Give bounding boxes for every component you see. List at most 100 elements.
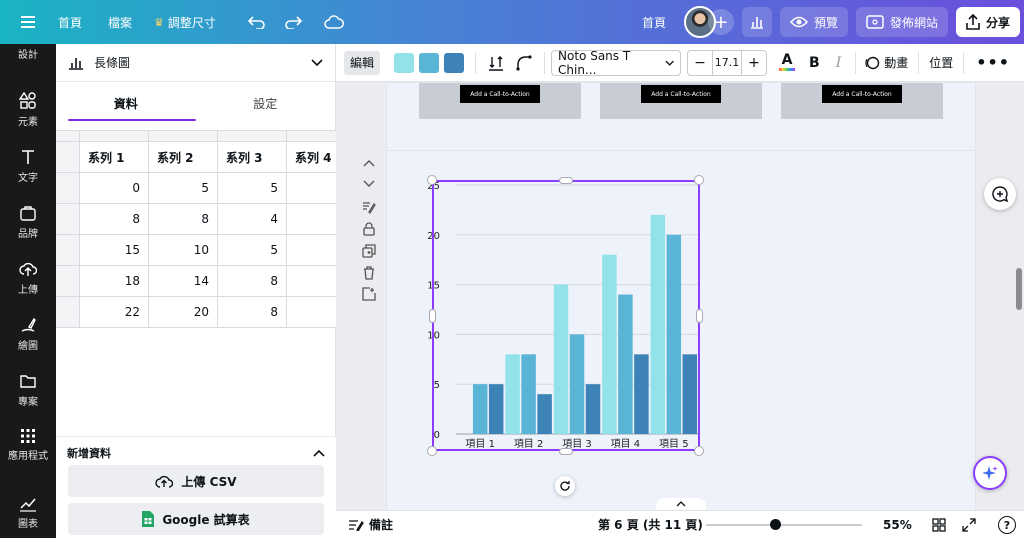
add-collaborator-button[interactable]: + [707, 9, 734, 35]
rail-item-elements[interactable]: 元素 [0, 92, 56, 128]
bold-button[interactable]: B [809, 55, 820, 71]
fullscreen-icon[interactable] [962, 518, 976, 532]
more-options-button[interactable]: ••• [976, 53, 1010, 72]
table-cell[interactable]: 22 [79, 296, 149, 328]
table-cell[interactable] [286, 172, 336, 204]
table-cell[interactable]: 15 [79, 234, 149, 266]
table-cell[interactable]: 8 [79, 203, 149, 235]
table-cell[interactable]: 18 [79, 265, 149, 297]
zoom-value[interactable]: 55% [883, 518, 912, 532]
page-indicator[interactable]: 第 6 頁 (共 11 頁) [598, 516, 703, 533]
notes-button[interactable]: 備註 [348, 516, 393, 533]
color-swatch-2[interactable] [419, 52, 440, 73]
trash-icon[interactable] [363, 266, 375, 280]
add-page-icon[interactable] [362, 287, 376, 301]
table-cell[interactable]: 8 [217, 265, 287, 297]
series-1-header[interactable]: 系列 1 [79, 141, 149, 173]
table-cell[interactable]: 5 [148, 172, 218, 204]
table-cell[interactable] [286, 234, 336, 266]
italic-button[interactable]: I [836, 55, 842, 71]
font-family-select[interactable]: Noto Sans T Chin... [551, 49, 682, 77]
table-cell[interactable]: 20 [148, 296, 218, 328]
home-link[interactable]: 首頁 [52, 6, 88, 38]
zoom-slider-knob[interactable] [770, 519, 781, 530]
resize-handle-left[interactable] [429, 309, 436, 323]
animate-button[interactable]: 動畫 [864, 54, 908, 71]
font-size-value[interactable]: 17.1 [712, 50, 743, 75]
magic-assistant-button[interactable] [973, 456, 1007, 490]
corner-rounding-icon[interactable] [516, 54, 532, 71]
cloud-save-button[interactable] [318, 6, 350, 38]
resize-handle-top[interactable] [559, 177, 573, 184]
zoom-slider[interactable] [706, 524, 862, 526]
rail-item-brand[interactable]: 品牌 [0, 204, 56, 240]
rail-item-design[interactable]: 設計 [0, 46, 56, 61]
help-button[interactable]: ? [998, 516, 1016, 534]
lock-icon[interactable] [363, 222, 375, 236]
vertical-scrollbar[interactable] [1016, 268, 1022, 310]
page-home-link[interactable]: 首頁 [636, 6, 672, 38]
resize-handle-bottom-left[interactable] [427, 446, 437, 456]
cta-card[interactable]: Add a Call-to-Action [419, 83, 581, 119]
rail-item-projects[interactable]: 專案 [0, 372, 56, 408]
series-4-header[interactable]: 系列 4 [286, 141, 336, 173]
publish-button[interactable]: 發佈網站 [855, 7, 948, 37]
rotate-button[interactable] [555, 476, 575, 496]
rail-item-upload[interactable]: 上傳 [0, 260, 56, 296]
table-cell[interactable]: 10 [148, 234, 218, 266]
chevron-up-icon[interactable] [313, 449, 325, 457]
collapse-pages-handle[interactable] [656, 498, 706, 510]
rail-item-text[interactable]: 文字 [0, 148, 56, 184]
move-down-icon[interactable] [363, 180, 375, 188]
color-swatch-1[interactable] [394, 52, 415, 73]
rail-item-chart[interactable]: 圖表 [0, 496, 56, 530]
upload-csv-button[interactable]: 上傳 CSV [68, 465, 324, 497]
cta-card[interactable]: Add a Call-to-Action [600, 83, 762, 119]
resize-handle-top-right[interactable] [694, 175, 704, 185]
grid-view-icon[interactable] [932, 518, 946, 532]
preview-button[interactable]: 預覽 [779, 7, 848, 37]
share-button[interactable]: 分享 [955, 7, 1020, 37]
decrease-font-size-button[interactable]: − [688, 55, 712, 71]
table-cell[interactable]: 8 [217, 296, 287, 328]
tab-settings[interactable]: 設定 [196, 82, 336, 124]
cta-card[interactable]: Add a Call-to-Action [781, 83, 943, 119]
file-menu[interactable]: 檔案 [102, 6, 138, 38]
google-sheets-button[interactable]: Google 試算表 [68, 503, 324, 535]
series-2-header[interactable]: 系列 2 [148, 141, 218, 173]
rail-item-draw[interactable]: 繪圖 [0, 316, 56, 352]
table-cell[interactable]: 5 [217, 172, 287, 204]
comment-button[interactable] [984, 178, 1016, 210]
resize-button[interactable]: ♛ 調整尺寸 [148, 6, 222, 38]
table-cell[interactable]: 14 [148, 265, 218, 297]
resize-handle-bottom-right[interactable] [694, 446, 704, 456]
menu-button[interactable] [12, 6, 44, 38]
edit-button[interactable]: 編輯 [344, 50, 381, 75]
add-note-icon[interactable] [362, 200, 376, 214]
resize-handle-bottom[interactable] [559, 448, 573, 455]
undo-button[interactable] [242, 6, 272, 38]
resize-handle-top-left[interactable] [427, 175, 437, 185]
duplicate-icon[interactable] [362, 244, 376, 258]
chart-type-selector[interactable]: 長條圖 [56, 44, 335, 82]
tab-data[interactable]: 資料 [56, 82, 196, 124]
color-swatch-3[interactable] [444, 52, 465, 73]
text-color-button[interactable]: A [779, 53, 796, 71]
table-cell[interactable]: 4 [217, 203, 287, 235]
position-button[interactable]: 位置 [929, 54, 953, 71]
spacing-icon[interactable] [488, 55, 504, 71]
table-cell[interactable] [286, 203, 336, 235]
redo-button[interactable] [278, 6, 308, 38]
table-cell[interactable]: 0 [79, 172, 149, 204]
rail-item-apps[interactable]: 應用程式 [0, 428, 56, 462]
table-cell[interactable] [286, 265, 336, 297]
table-cell[interactable]: 8 [148, 203, 218, 235]
cta-button[interactable]: Add a Call-to-Action [641, 85, 721, 103]
cta-button[interactable]: Add a Call-to-Action [460, 85, 540, 103]
table-cell[interactable] [286, 296, 336, 328]
move-up-icon[interactable] [363, 159, 375, 167]
cta-button[interactable]: Add a Call-to-Action [822, 85, 902, 103]
table-cell[interactable]: 5 [217, 234, 287, 266]
increase-font-size-button[interactable]: + [742, 55, 766, 71]
resize-handle-right[interactable] [696, 309, 703, 323]
